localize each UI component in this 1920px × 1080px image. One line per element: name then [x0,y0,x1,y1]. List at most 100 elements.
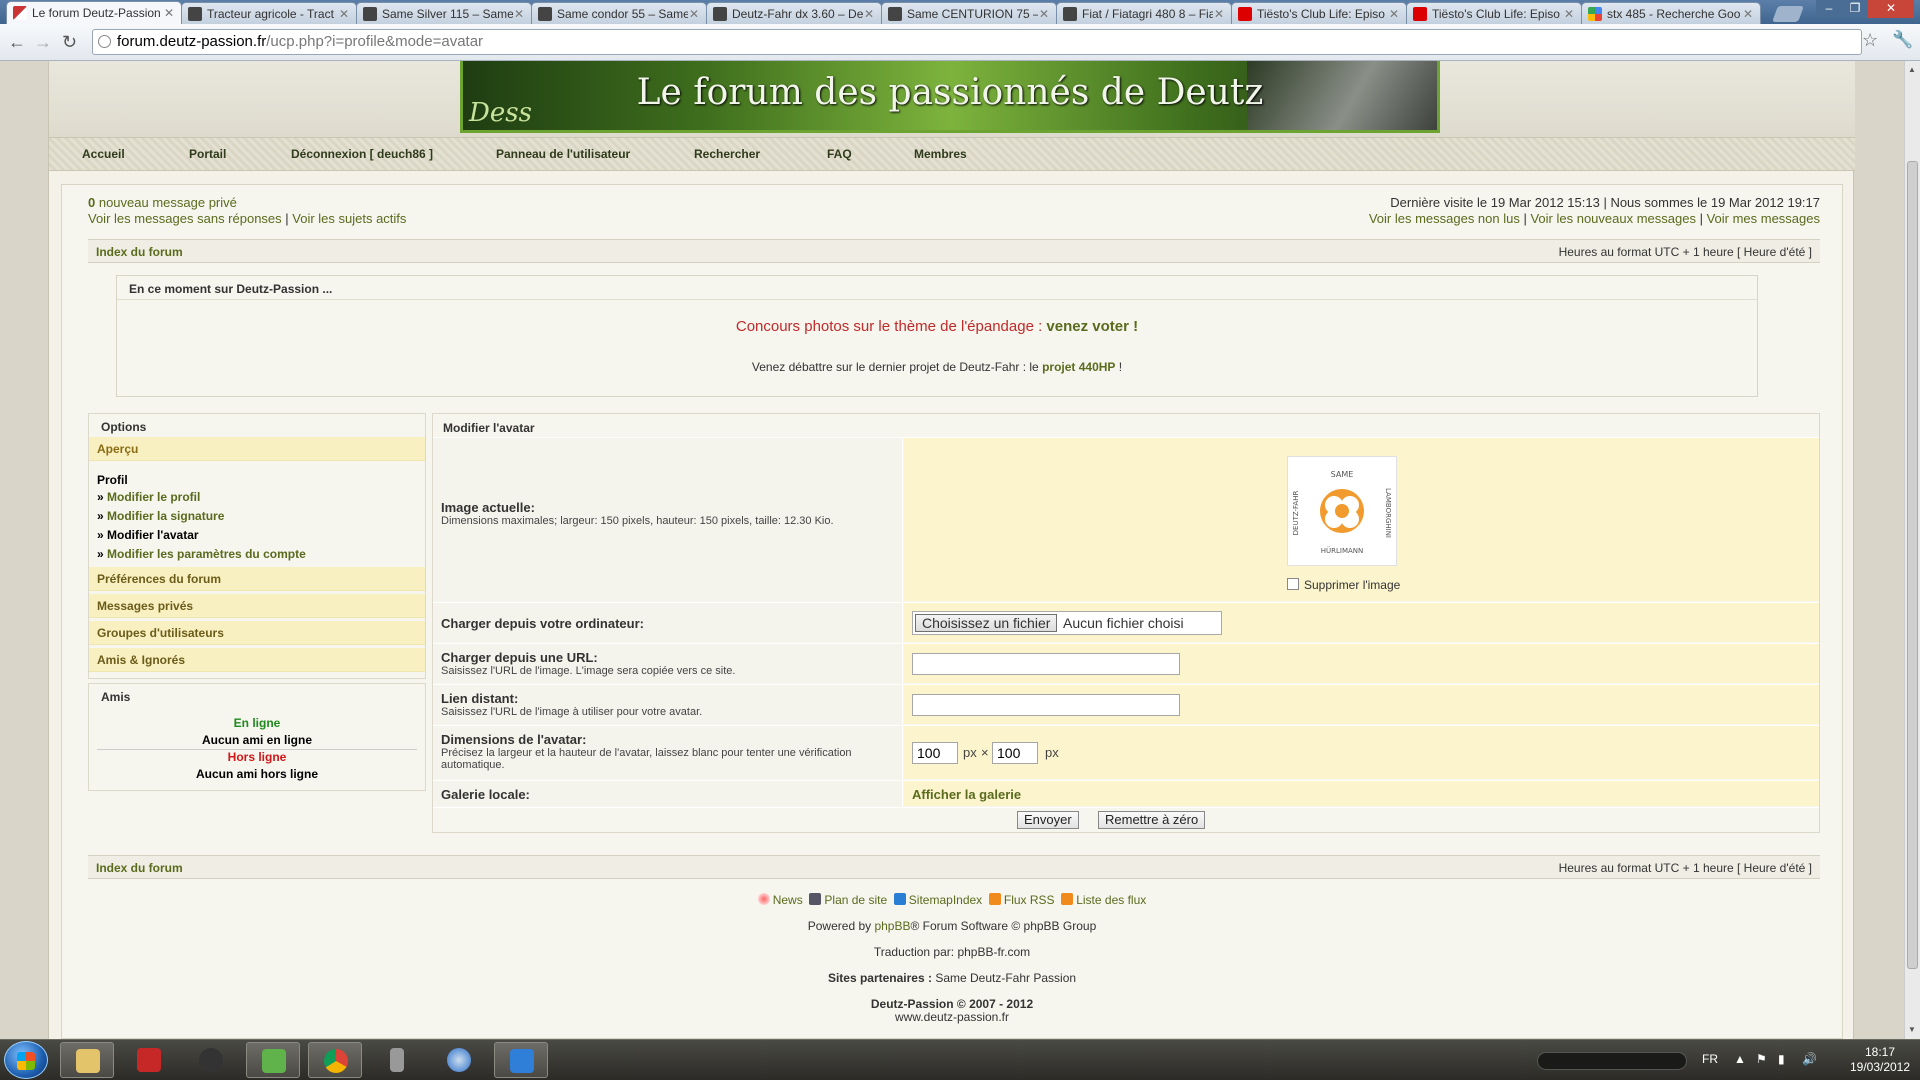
bookmark-star-icon[interactable]: ☆ [1862,30,1878,51]
footer-link-news[interactable]: News [773,893,803,907]
sidebar-item-forum-prefs[interactable]: Préférences du forum [89,567,425,591]
phpbb-link[interactable]: phpBB [874,919,910,933]
project-link[interactable]: projet 440HP [1042,360,1115,374]
browser-tab-2[interactable]: Same Silver 115 – Same ✕ [356,2,532,24]
footer-link-feed-list[interactable]: Liste des flux [1076,893,1146,907]
footer-site[interactable]: www.deutz-passion.fr [62,1010,1842,1024]
nav-portail[interactable]: Portail [189,147,226,161]
link-active-topics[interactable]: Voir les sujets actifs [292,211,406,226]
tray-expand-icon[interactable]: ▲ [1734,1052,1746,1066]
page-scrollbar[interactable]: ▲ ▼ [1904,61,1920,1039]
taskbar-download[interactable] [494,1042,548,1078]
sidebar-item-account-settings[interactable]: » Modifier les paramètres du compte [97,547,306,561]
volume-icon[interactable]: 🔊 [1802,1052,1817,1066]
taskbar-tractor-app[interactable] [184,1042,238,1078]
address-bar[interactable]: forum.deutz-passion.fr/ucp.php?i=profile… [92,29,1862,55]
taskbar-app-08[interactable] [122,1042,176,1078]
close-tab-icon[interactable]: ✕ [1388,7,1400,21]
close-tab-icon[interactable]: ✕ [513,7,525,21]
sidebar-item-private-messages[interactable]: Messages privés [89,594,425,618]
avatar-width-input[interactable]: 100 [912,742,958,764]
action-center-flag-icon[interactable]: ⚑ [1756,1052,1767,1066]
browser-toolbar: ← → ↻ forum.deutz-passion.fr/ucp.php?i=p… [0,24,1920,61]
taskbar-messenger[interactable] [246,1042,300,1078]
system-clock[interactable]: 18:17 19/03/2012 [1845,1045,1915,1075]
tractor-icon [199,1048,223,1072]
footer-link-rss[interactable]: Flux RSS [1004,893,1055,907]
browser-tab-3[interactable]: Same condor 55 – Same ✕ [531,2,707,24]
show-gallery-link[interactable]: Afficher la galerie [912,787,1021,802]
browser-tab-4[interactable]: Deutz-Fahr dx 3.60 – De ✕ [706,2,882,24]
close-tab-icon[interactable]: ✕ [1742,7,1754,21]
taskbar-itunes[interactable] [432,1042,486,1078]
taskbar-explorer[interactable] [60,1042,114,1078]
submit-button[interactable]: Envoyer [1017,811,1079,829]
link-my-posts[interactable]: Voir mes messages [1707,211,1820,226]
delete-image-checkbox[interactable] [1287,578,1299,590]
sidebar-item-edit-profile[interactable]: » Modifier le profil [97,490,200,504]
sidebar-item-edit-avatar[interactable]: » Modifier l'avatar [97,528,199,542]
nav-members[interactable]: Membres [914,147,967,161]
nav-user-panel[interactable]: Panneau de l'utilisateur [496,147,630,161]
window-close-button[interactable]: ✕ [1868,0,1914,18]
language-indicator[interactable]: FR [1702,1052,1718,1066]
browser-tab-5[interactable]: Same CENTURION 75 – ✕ [881,2,1057,24]
back-arrow-icon[interactable]: ← [8,32,26,53]
site-banner[interactable]: Dess Le forum des passionnés de Deutz [460,61,1440,133]
media-player-controls[interactable] [1537,1052,1687,1070]
close-tab-icon[interactable]: ✕ [338,7,350,21]
breadcrumb-index[interactable]: Index du forum [96,861,183,875]
close-tab-icon[interactable]: ✕ [163,6,175,20]
forward-arrow-icon[interactable]: → [34,32,52,53]
clock-time: 18:17 [1864,1045,1896,1059]
close-tab-icon[interactable]: ✕ [688,7,700,21]
sidebar-item-friends-foes[interactable]: Amis & Ignorés [89,648,425,672]
window-minimize-button[interactable]: ‒ [1816,0,1842,18]
browser-tab-8[interactable]: Tiësto's Club Life: Episo ✕ [1406,2,1582,24]
taskbar-chrome[interactable] [308,1042,362,1078]
scroll-down-icon[interactable]: ▼ [1908,1025,1916,1034]
breadcrumb-index[interactable]: Index du forum [96,245,183,259]
close-tab-icon[interactable]: ✕ [1213,7,1225,21]
browser-tab-1[interactable]: Tracteur agricole - Tract ✕ [181,2,357,24]
pm-notice[interactable]: 0 nouveau message privé [88,195,237,210]
nav-accueil[interactable]: Accueil [82,147,125,161]
avatar-height-input[interactable]: 100 [992,742,1038,764]
browser-tab-9[interactable]: stx 485 - Recherche Goo ✕ [1581,2,1761,24]
window-maximize-button[interactable]: ❐ [1842,0,1868,18]
vote-link[interactable]: venez voter ! [1046,318,1138,335]
sidebar-item-usergroups[interactable]: Groupes d'utilisateurs [89,621,425,645]
scroll-up-icon[interactable]: ▲ [1908,65,1916,74]
browser-tab-0[interactable]: Le forum Deutz-Passion ✕ [6,1,182,24]
nav-logout[interactable]: Déconnexion [ deuch86 ] [291,147,433,161]
footer-link-sitemap[interactable]: Plan de site [824,893,887,907]
sidebar-item-edit-signature[interactable]: » Modifier la signature [97,509,224,523]
close-tab-icon[interactable]: ✕ [1563,7,1575,21]
choose-file-button[interactable]: Choisissez un fichier [915,614,1058,632]
browser-tab-6[interactable]: Fiat / Fiatagri 480 8 – Fia ✕ [1056,2,1232,24]
browser-tab-7[interactable]: Tiësto's Club Life: Episo ✕ [1231,2,1407,24]
close-tab-icon[interactable]: ✕ [863,7,875,21]
sidebar-item-apercu[interactable]: Aperçu [89,437,425,461]
page-info-icon[interactable] [98,35,111,48]
file-input[interactable]: Choisissez un fichier Aucun fichier choi… [912,611,1222,635]
taskbar-device[interactable] [370,1042,424,1078]
reload-icon[interactable]: ↻ [62,32,77,53]
new-tab-button[interactable] [1772,6,1804,22]
link-new-posts[interactable]: Voir les nouveaux messages [1530,211,1695,226]
scrollbar-thumb[interactable] [1907,161,1918,969]
close-tab-icon[interactable]: ✕ [1038,7,1050,21]
footer-link-sitemapindex[interactable]: SitemapIndex [909,893,982,907]
network-icon[interactable]: ▮ [1778,1052,1785,1066]
footer-translation[interactable]: Traduction par: phpBB-fr.com [62,945,1842,959]
upload-url-input[interactable] [912,653,1180,675]
link-unanswered[interactable]: Voir les messages sans réponses [88,211,282,226]
start-button[interactable] [4,1041,48,1079]
remote-url-input[interactable] [912,694,1180,716]
nav-faq[interactable]: FAQ [827,147,852,161]
wrench-menu-icon[interactable]: 🔧 [1892,30,1913,50]
reset-button[interactable]: Remettre à zéro [1098,811,1206,829]
partners-value[interactable]: Same Deutz-Fahr Passion [932,971,1076,985]
nav-search[interactable]: Rechercher [694,147,760,161]
link-unread[interactable]: Voir les messages non lus [1369,211,1520,226]
